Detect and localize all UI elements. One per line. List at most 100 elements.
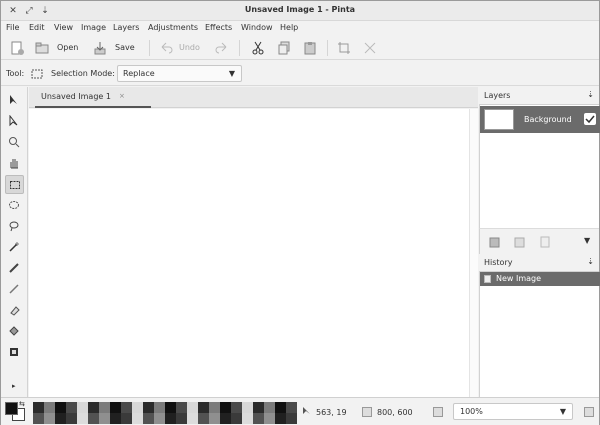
color-palette[interactable] (33, 402, 297, 424)
expand-tools-icon[interactable]: ▸ (12, 382, 16, 390)
palette-swatch[interactable] (187, 413, 198, 424)
palette-swatch[interactable] (187, 402, 198, 413)
palette-swatch[interactable] (209, 413, 220, 424)
zoom-fit-icon[interactable] (433, 407, 443, 417)
palette-swatch[interactable] (132, 402, 143, 413)
primary-color-swatch[interactable] (5, 402, 18, 415)
close-tab-icon[interactable]: × (119, 92, 125, 100)
pin-icon[interactable]: ⇣ (587, 90, 594, 99)
palette-swatch[interactable] (110, 413, 121, 424)
paintbrush-tool[interactable] (5, 259, 24, 278)
palette-swatch[interactable] (55, 413, 66, 424)
save-button[interactable]: Save (115, 43, 135, 52)
chevron-down-icon[interactable]: ▼ (584, 236, 590, 245)
cut-icon[interactable] (251, 41, 265, 55)
palette-swatch[interactable] (143, 413, 154, 424)
zoom-tool[interactable] (5, 133, 24, 152)
palette-swatch[interactable] (165, 402, 176, 413)
palette-swatch[interactable] (99, 402, 110, 413)
move-selection-tool[interactable] (5, 112, 24, 131)
lasso-select-tool[interactable] (5, 217, 24, 236)
palette-swatch[interactable] (121, 413, 132, 424)
history-item-new-image[interactable]: New Image (480, 272, 600, 286)
menu-edit[interactable]: Edit (29, 23, 45, 32)
palette-swatch[interactable] (220, 413, 231, 424)
palette-swatch[interactable] (55, 402, 66, 413)
palette-swatch[interactable] (121, 402, 132, 413)
ellipse-select-tool[interactable] (5, 196, 24, 215)
palette-swatch[interactable] (231, 413, 242, 424)
rectangle-select-tool[interactable] (5, 175, 24, 194)
palette-swatch[interactable] (198, 413, 209, 424)
copy-icon[interactable] (277, 41, 291, 55)
open-folder-icon[interactable] (35, 41, 49, 55)
palette-swatch[interactable] (66, 413, 77, 424)
duplicate-layer-icon[interactable] (513, 235, 527, 249)
menu-effects[interactable]: Effects (205, 23, 232, 32)
move-selected-tool[interactable] (5, 91, 24, 110)
menu-image[interactable]: Image (81, 23, 106, 32)
pencil-tool[interactable] (5, 280, 24, 299)
canvas-scrollbar[interactable] (469, 109, 478, 397)
new-image-icon[interactable] (10, 41, 24, 55)
palette-swatch[interactable] (154, 402, 165, 413)
palette-swatch[interactable] (44, 402, 55, 413)
palette-swatch[interactable] (220, 402, 231, 413)
save-icon[interactable] (93, 41, 107, 55)
palette-swatch[interactable] (275, 402, 286, 413)
palette-swatch[interactable] (77, 402, 88, 413)
image-canvas[interactable] (29, 109, 478, 397)
menu-help[interactable]: Help (280, 23, 298, 32)
palette-swatch[interactable] (176, 402, 187, 413)
swap-colors-icon[interactable]: ⇆ (19, 400, 25, 408)
palette-swatch[interactable] (286, 413, 297, 424)
menu-layers[interactable]: Layers (113, 23, 139, 32)
paint-bucket-tool[interactable] (5, 322, 24, 341)
clone-stamp-tool[interactable] (5, 343, 24, 362)
palette-swatch[interactable] (209, 402, 220, 413)
paste-icon[interactable] (303, 41, 317, 55)
selection-mode-dropdown[interactable]: Replace ▼ (117, 65, 242, 82)
layer-item-background[interactable]: Background (480, 106, 600, 133)
palette-swatch[interactable] (231, 402, 242, 413)
undo-button[interactable]: Undo (179, 43, 200, 52)
palette-swatch[interactable] (275, 413, 286, 424)
palette-swatch[interactable] (154, 413, 165, 424)
pan-tool[interactable] (5, 154, 24, 173)
palette-swatch[interactable] (176, 413, 187, 424)
palette-swatch[interactable] (33, 413, 44, 424)
tab-unsaved-image-1[interactable]: Unsaved Image 1 × (35, 87, 151, 108)
palette-swatch[interactable] (44, 413, 55, 424)
menu-file[interactable]: File (6, 23, 19, 32)
palette-swatch[interactable] (77, 413, 88, 424)
add-layer-icon[interactable] (488, 235, 502, 249)
palette-swatch[interactable] (33, 402, 44, 413)
palette-swatch[interactable] (242, 402, 253, 413)
palette-swatch[interactable] (66, 402, 77, 413)
palette-swatch[interactable] (198, 402, 209, 413)
palette-swatch[interactable] (242, 413, 253, 424)
deselect-icon[interactable] (363, 41, 377, 55)
eraser-tool[interactable] (5, 301, 24, 320)
palette-swatch[interactable] (110, 402, 121, 413)
palette-swatch[interactable] (253, 413, 264, 424)
palette-swatch[interactable] (88, 402, 99, 413)
redo-icon[interactable] (215, 41, 229, 55)
crop-icon[interactable] (337, 41, 351, 55)
palette-swatch[interactable] (253, 402, 264, 413)
delete-layer-icon[interactable] (538, 235, 552, 249)
menu-adjustments[interactable]: Adjustments (148, 23, 198, 32)
zoom-menu-icon[interactable] (584, 407, 594, 417)
magic-wand-tool[interactable] (5, 238, 24, 257)
palette-swatch[interactable] (132, 413, 143, 424)
menu-window[interactable]: Window (241, 23, 273, 32)
layer-visibility-checkbox[interactable] (584, 113, 596, 125)
open-button[interactable]: Open (57, 43, 78, 52)
palette-swatch[interactable] (88, 413, 99, 424)
palette-swatch[interactable] (286, 402, 297, 413)
undo-icon[interactable] (159, 41, 173, 55)
palette-swatch[interactable] (99, 413, 110, 424)
palette-swatch[interactable] (264, 402, 275, 413)
palette-swatch[interactable] (264, 413, 275, 424)
pin-icon[interactable]: ⇣ (587, 257, 594, 266)
